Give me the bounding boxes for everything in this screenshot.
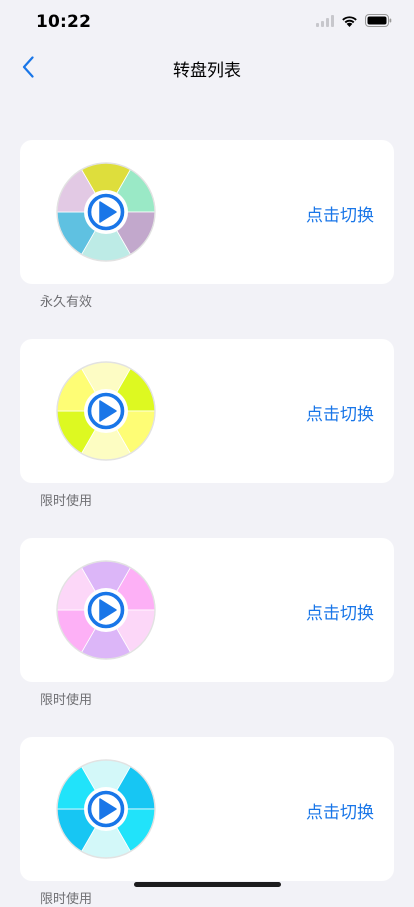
navigation-bar: 转盘列表 xyxy=(0,44,414,90)
validity-caption: 限时使用 xyxy=(40,693,93,708)
wheel-preview[interactable] xyxy=(55,758,157,860)
wheel-card: 点击切换 xyxy=(20,339,394,483)
wheel-graphic xyxy=(56,162,156,262)
wheel-card-wrapper: 点击切换 限时使用 xyxy=(20,538,394,708)
validity-caption: 永久有效 xyxy=(40,295,93,310)
wheel-card: 点击切换 xyxy=(20,737,394,881)
wheel-card-wrapper: 点击切换 限时使用 xyxy=(20,737,394,907)
validity-caption: 限时使用 xyxy=(40,494,93,509)
wheel-card: 点击切换 xyxy=(20,140,394,284)
wheel-card-wrapper: 点击切换 永久有效 xyxy=(20,140,394,310)
wheel-card-wrapper: 点击切换 限时使用 xyxy=(20,339,394,509)
switch-button[interactable]: 点击切换 xyxy=(306,400,374,425)
switch-button[interactable]: 点击切换 xyxy=(306,798,374,823)
home-indicator xyxy=(134,882,281,887)
wifi-icon xyxy=(342,15,357,27)
wheel-graphic xyxy=(56,759,156,859)
switch-button[interactable]: 点击切换 xyxy=(306,201,374,226)
status-icons xyxy=(316,14,392,27)
wheel-graphic xyxy=(56,361,156,461)
wheel-preview[interactable] xyxy=(55,161,157,263)
status-bar: 10:22 xyxy=(0,0,414,44)
wheel-preview[interactable] xyxy=(55,360,157,462)
wheel-graphic xyxy=(56,560,156,660)
validity-caption: 限时使用 xyxy=(40,892,93,907)
battery-icon xyxy=(365,14,392,27)
status-time: 10:22 xyxy=(36,12,92,32)
page-title: 转盘列表 xyxy=(173,61,241,81)
switch-button[interactable]: 点击切换 xyxy=(306,599,374,624)
wheel-card: 点击切换 xyxy=(20,538,394,682)
wheel-preview[interactable] xyxy=(55,559,157,661)
signal-icon xyxy=(316,14,334,27)
